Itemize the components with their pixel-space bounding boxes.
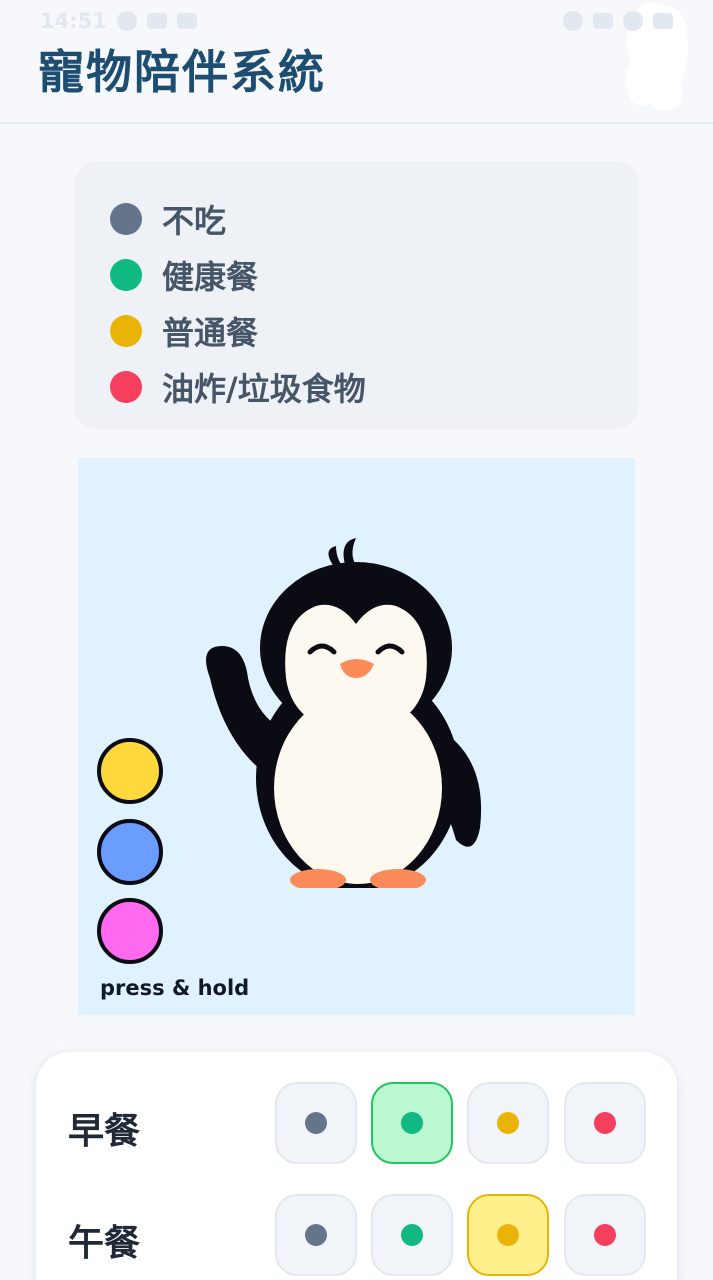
legend-label: 不吃 xyxy=(162,202,227,240)
signal-icon xyxy=(653,13,673,29)
wifi-icon xyxy=(623,11,643,31)
legend-item-healthy: 健康餐 xyxy=(110,247,603,303)
meal-option-none[interactable] xyxy=(275,1082,357,1164)
legend-dot-green xyxy=(110,259,142,291)
legend-dot-gray xyxy=(110,203,142,235)
option-dot-red xyxy=(594,1112,616,1134)
legend-dot-yellow xyxy=(110,315,142,347)
penguin-pet-icon[interactable] xyxy=(188,528,488,888)
meal-option-none[interactable] xyxy=(275,1194,357,1276)
mute-icon xyxy=(593,13,613,29)
meal-row-lunch: 午餐 xyxy=(36,1194,677,1278)
meal-option-healthy[interactable] xyxy=(371,1194,453,1276)
youtube-icon xyxy=(176,13,197,29)
pet-area[interactable]: press & hold xyxy=(78,458,635,1015)
legend-dot-red xyxy=(110,371,142,403)
meals-card: 早餐 午餐 xyxy=(36,1052,677,1280)
video-icon xyxy=(146,13,167,29)
status-time: 14:51 xyxy=(40,9,107,33)
legend-label: 油炸/垃圾食物 xyxy=(162,370,366,408)
legend-item-normal: 普通餐 xyxy=(110,303,603,359)
meal-option-normal[interactable] xyxy=(467,1194,549,1276)
meal-option-junk[interactable] xyxy=(564,1194,646,1276)
page-title: 寵物陪伴系統 xyxy=(38,45,326,99)
color-option-yellow[interactable] xyxy=(97,738,163,804)
legend-item-junk: 油炸/垃圾食物 xyxy=(110,359,603,415)
color-option-pink[interactable] xyxy=(97,898,163,964)
meal-option-junk[interactable] xyxy=(564,1082,646,1164)
meal-option-normal[interactable] xyxy=(467,1082,549,1164)
meal-label: 午餐 xyxy=(68,1223,141,1264)
legend-item-none: 不吃 xyxy=(110,191,603,247)
option-dot-gray xyxy=(305,1112,327,1134)
meal-option-healthy[interactable] xyxy=(371,1082,453,1164)
legend-label: 健康餐 xyxy=(162,258,259,296)
color-option-blue[interactable] xyxy=(97,819,163,885)
option-dot-gray xyxy=(305,1224,327,1246)
option-dot-green xyxy=(401,1224,423,1246)
meal-label: 早餐 xyxy=(68,1111,141,1152)
press-hold-hint: press & hold xyxy=(100,976,250,1000)
option-dot-yellow xyxy=(497,1224,519,1246)
food-legend: 不吃 健康餐 普通餐 油炸/垃圾食物 xyxy=(74,161,639,429)
sync-icon xyxy=(116,11,137,31)
status-bar: 14:51 xyxy=(0,0,713,42)
chat-icon xyxy=(563,11,583,31)
meal-row-breakfast: 早餐 xyxy=(36,1082,677,1166)
option-dot-red xyxy=(594,1224,616,1246)
legend-label: 普通餐 xyxy=(162,314,259,352)
option-dot-yellow xyxy=(497,1112,519,1134)
option-dot-green xyxy=(401,1112,423,1134)
